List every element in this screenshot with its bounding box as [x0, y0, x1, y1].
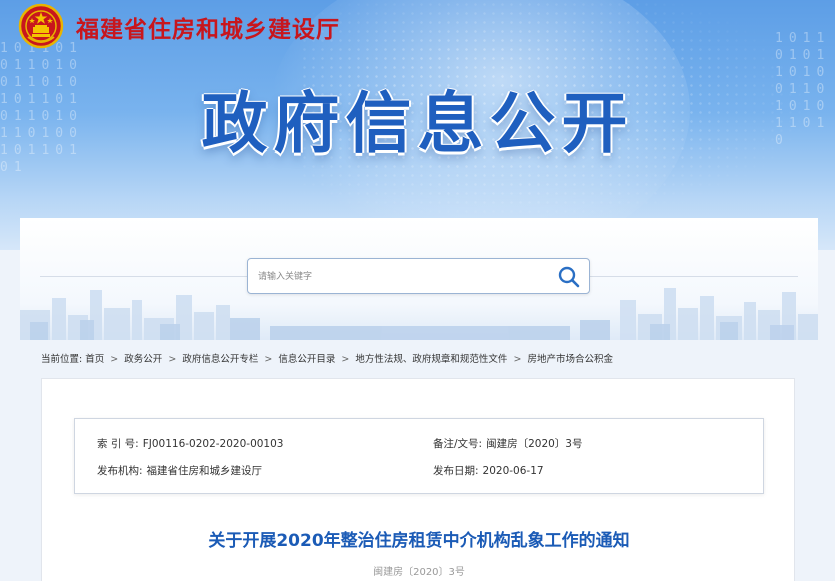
publishing-organization: 发布机构: 福建省住房和城乡建设厅 [97, 463, 262, 478]
article-doc-number: 闽建房〔2020〕3号 [373, 567, 465, 578]
breadcrumb-item-regulations[interactable]: 地方性法规、政府规章和规范性文件 [355, 354, 507, 365]
national-emblem-icon[interactable] [18, 3, 64, 49]
article-card: 索 引 号: FJ00116-0202-2020-00103 备注/文号: 闽建房〔… [41, 378, 795, 581]
breadcrumb-item-home[interactable]: 首页 [85, 354, 104, 365]
breadcrumb-label: 当前位置: [41, 354, 83, 365]
breadcrumb: 当前位置: 首页 > 政务公开 > 政府信息公开专栏 > 信息公开目录 > 地方… [41, 351, 613, 365]
document-number: 备注/文号: 闽建房〔2020〕3号 [433, 436, 582, 451]
index-number-label: 索 引 号: [97, 438, 139, 450]
search-box [247, 258, 590, 294]
breadcrumb-separator: > [110, 354, 119, 365]
breadcrumb-separator: > [341, 354, 350, 365]
breadcrumb-item-catalog[interactable]: 信息公开目录 [278, 354, 335, 365]
breadcrumb-separator: > [264, 354, 273, 365]
breadcrumb-item-info-disclosure[interactable]: 政府信息公开专栏 [182, 354, 258, 365]
breadcrumb-item-government-affairs[interactable]: 政务公开 [124, 354, 162, 365]
search-input[interactable] [258, 267, 538, 287]
section-title: 政府信息公开 [201, 85, 634, 162]
breadcrumb-separator: > [168, 354, 177, 365]
index-number-value: FJ00116-0202-2020-00103 [142, 438, 284, 450]
publish-date: 发布日期: 2020-06-17 [433, 463, 544, 478]
breadcrumb-item-real-estate[interactable]: 房地产市场合公积金 [527, 354, 613, 365]
site-name[interactable]: 福建省住房和城乡建设厅 [76, 10, 340, 44]
document-number-value: 闽建房〔2020〕3号 [486, 438, 583, 450]
search-icon[interactable] [557, 265, 581, 289]
article-title: 关于开展2020年整治住房租赁中介机构乱象工作的通知 [208, 531, 630, 551]
publishing-organization-label: 发布机构: [97, 465, 143, 477]
publish-date-value: 2020-06-17 [482, 465, 544, 477]
index-number: 索 引 号: FJ00116-0202-2020-00103 [97, 436, 283, 451]
search-panel [20, 218, 818, 340]
metadata-box: 索 引 号: FJ00116-0202-2020-00103 备注/文号: 闽建房〔… [74, 418, 764, 494]
breadcrumb-separator: > [513, 354, 522, 365]
publishing-organization-value: 福建省住房和城乡建设厅 [146, 465, 263, 477]
document-number-label: 备注/文号: [433, 438, 483, 450]
header-banner: 1011010110100110101011010110101101001011… [0, 0, 835, 250]
publish-date-label: 发布日期: [433, 465, 479, 477]
